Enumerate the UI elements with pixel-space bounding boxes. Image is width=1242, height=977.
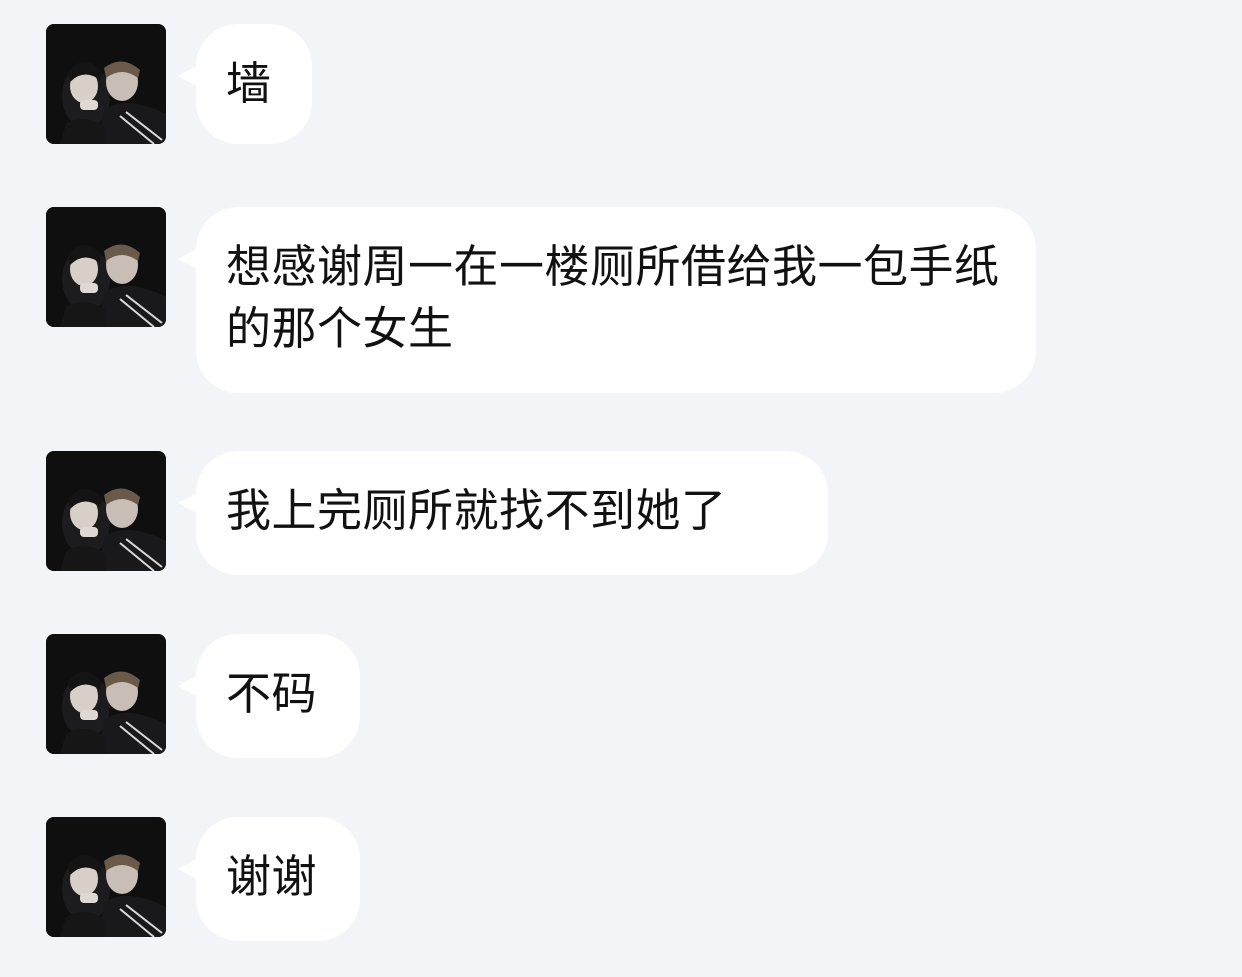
- user-photo-avatar-icon: [46, 451, 166, 571]
- avatar[interactable]: [46, 207, 166, 327]
- avatar[interactable]: [46, 634, 166, 754]
- avatar[interactable]: [46, 817, 166, 937]
- message-text: 不码: [226, 667, 318, 720]
- message-text: 谢谢: [226, 850, 318, 903]
- message-bubble[interactable]: 墙: [196, 24, 312, 144]
- message-bubble[interactable]: 不码: [196, 634, 360, 758]
- chat-message-list: 墙 想感谢周一在一楼厕所借给我一包手纸的那个女生 我上完厕所就找不到她了 不码 …: [0, 0, 1242, 977]
- message-bubble[interactable]: 谢谢: [196, 817, 360, 941]
- user-photo-avatar-icon: [46, 207, 166, 327]
- user-photo-avatar-icon: [46, 817, 166, 937]
- user-photo-avatar-icon: [46, 634, 166, 754]
- message-text: 我上完厕所就找不到她了: [226, 484, 727, 537]
- message-text: 墙: [226, 57, 272, 110]
- message-text: 想感谢周一在一楼厕所借给我一包手纸的那个女生: [226, 240, 1000, 355]
- user-photo-avatar-icon: [46, 24, 166, 144]
- message-bubble[interactable]: 我上完厕所就找不到她了: [196, 451, 828, 575]
- avatar[interactable]: [46, 451, 166, 571]
- avatar[interactable]: [46, 24, 166, 144]
- message-bubble[interactable]: 想感谢周一在一楼厕所借给我一包手纸的那个女生: [196, 207, 1036, 393]
